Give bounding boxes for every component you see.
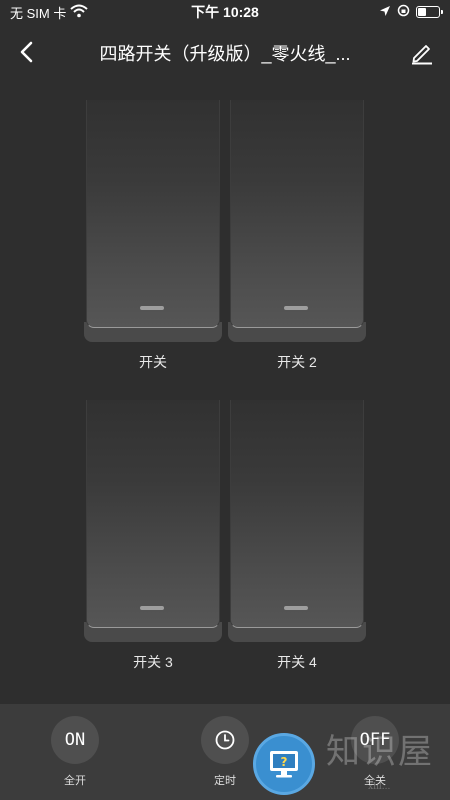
status-left: 无 SIM 卡 — [10, 3, 89, 22]
switch-panel[interactable] — [230, 400, 364, 628]
timer-circle[interactable] — [201, 716, 249, 764]
watermark-url: xhl... — [368, 782, 391, 792]
back-button[interactable] — [14, 38, 42, 66]
timer-button[interactable]: 定时 — [195, 716, 255, 788]
switch-label: 开关 4 — [277, 654, 317, 670]
all-on-button[interactable]: ON 全开 — [45, 716, 105, 788]
switch-panel[interactable] — [86, 400, 220, 628]
watermark: 知识屋 xhl... — [326, 716, 450, 800]
carrier-text: 无 SIM 卡 — [10, 5, 67, 21]
edit-button[interactable] — [408, 38, 436, 66]
switch-label: 开关 — [139, 354, 167, 370]
status-bar: 无 SIM 卡 下午 10:28 — [0, 0, 450, 24]
page-title: 四路开关（升级版）_零火线_... — [99, 44, 351, 64]
help-monitor-button[interactable]: ? — [253, 733, 315, 795]
switch-label: 开关 3 — [133, 654, 173, 670]
clock-icon — [215, 730, 235, 750]
status-right — [379, 4, 443, 20]
location-icon — [379, 5, 391, 20]
lock-rotation-icon — [397, 4, 410, 20]
timer-label: 定时 — [214, 775, 236, 787]
switch-panel[interactable] — [230, 100, 364, 328]
all-on-icon[interactable]: ON — [51, 716, 99, 764]
switch-indicator — [284, 606, 308, 610]
switch-panel[interactable] — [86, 100, 220, 328]
switch-indicator — [284, 306, 308, 310]
wifi-icon — [70, 4, 89, 21]
edit-pencil-icon — [412, 45, 432, 65]
switch-indicator — [140, 606, 164, 610]
watermark-logo: 知识屋 — [326, 732, 434, 772]
svg-text:?: ? — [281, 755, 288, 769]
switch-label: 开关 2 — [277, 354, 317, 370]
switch-indicator — [140, 306, 164, 310]
help-monitor-icon: ? — [270, 751, 298, 778]
all-on-label: 全开 — [64, 775, 86, 787]
battery-icon — [416, 6, 443, 18]
back-chevron-icon — [20, 41, 33, 63]
nav-bar: 四路开关（升级版）_零火线_... — [0, 28, 450, 76]
